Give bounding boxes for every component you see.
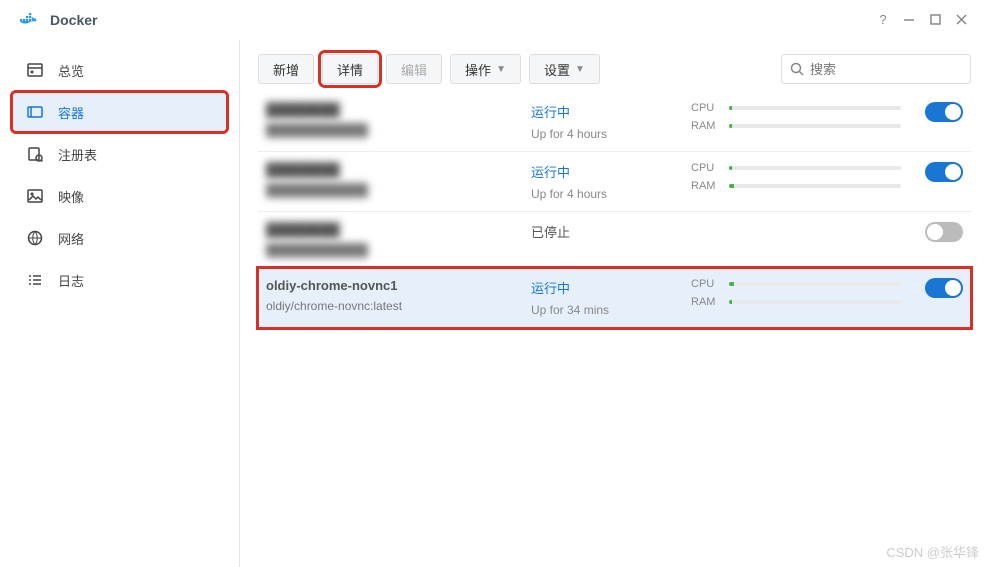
- container-row[interactable]: ████████████████████运行中Up for 4 hoursCPU…: [258, 92, 971, 152]
- sidebar: 总览 容器 注册表 映像 网络 日志: [0, 40, 240, 567]
- container-icon: [26, 103, 44, 121]
- power-toggle[interactable]: [925, 278, 963, 298]
- cpu-label: CPU: [691, 278, 729, 290]
- ram-label: RAM: [691, 296, 729, 308]
- cpu-bar: [729, 106, 901, 110]
- container-image: ████████████: [266, 243, 531, 257]
- registry-icon: [26, 145, 44, 163]
- titlebar: Docker ?: [0, 0, 989, 40]
- container-name: ████████: [266, 102, 531, 117]
- sidebar-item-label: 网络: [58, 229, 84, 248]
- container-uptime: Up for 4 hours: [531, 187, 691, 201]
- chevron-down-icon: ▼: [496, 64, 506, 75]
- power-toggle[interactable]: [925, 222, 963, 242]
- cpu-bar: [729, 166, 901, 170]
- ram-label: RAM: [691, 180, 729, 192]
- container-name: oldiy-chrome-novnc1: [266, 278, 531, 293]
- container-image: oldiy/chrome-novnc:latest: [266, 299, 531, 313]
- container-image: ████████████: [266, 123, 531, 137]
- container-status: 运行中: [531, 102, 691, 121]
- ram-bar: [729, 124, 901, 128]
- create-button[interactable]: 新增: [258, 54, 314, 84]
- chevron-down-icon: ▼: [575, 64, 585, 75]
- sidebar-item-label: 日志: [58, 271, 84, 290]
- search-input[interactable]: [810, 62, 986, 77]
- sidebar-item-overview[interactable]: 总览: [12, 50, 227, 90]
- cpu-bar: [729, 282, 901, 286]
- container-status: 运行中: [531, 278, 691, 297]
- sidebar-item-network[interactable]: 网络: [12, 218, 227, 258]
- sidebar-item-image[interactable]: 映像: [12, 176, 227, 216]
- container-status: 运行中: [531, 162, 691, 181]
- container-row[interactable]: oldiy-chrome-novnc1 oldiy/chrome-novnc:la…: [258, 268, 971, 328]
- overview-icon: [26, 61, 44, 79]
- container-name: ████████: [266, 222, 531, 237]
- maximize-button[interactable]: [922, 7, 948, 33]
- container-uptime: Up for 4 hours: [531, 127, 691, 141]
- container-uptime: Up for 34 mins: [531, 303, 691, 317]
- minimize-button[interactable]: [896, 7, 922, 33]
- sidebar-item-label: 容器: [58, 103, 84, 122]
- action-dropdown[interactable]: 操作▼: [450, 54, 521, 84]
- search-icon: [790, 62, 804, 76]
- container-row[interactable]: ████████████████████已停止: [258, 212, 971, 268]
- sidebar-item-container[interactable]: 容器: [12, 92, 227, 132]
- log-icon: [26, 271, 44, 289]
- toolbar: 新增 详情 编辑 操作▼ 设置▼: [258, 54, 971, 84]
- container-status: 已停止: [531, 222, 691, 241]
- network-icon: [26, 229, 44, 247]
- watermark: CSDN @张华锋: [886, 542, 979, 561]
- container-row[interactable]: ████████████████████运行中Up for 4 hoursCPU…: [258, 152, 971, 212]
- ram-label: RAM: [691, 120, 729, 132]
- image-icon: [26, 187, 44, 205]
- cpu-label: CPU: [691, 102, 729, 114]
- detail-button[interactable]: 详情: [322, 54, 378, 84]
- main-content: 新增 详情 编辑 操作▼ 设置▼ ████████████████████运行中…: [240, 40, 989, 567]
- sidebar-item-registry[interactable]: 注册表: [12, 134, 227, 174]
- container-list: ████████████████████运行中Up for 4 hoursCPU…: [258, 92, 971, 328]
- search-box[interactable]: [781, 54, 971, 84]
- docker-logo-icon: [20, 13, 38, 27]
- ram-bar: [729, 300, 901, 304]
- container-image: ████████████: [266, 183, 531, 197]
- sidebar-item-log[interactable]: 日志: [12, 260, 227, 300]
- window-title: Docker: [50, 12, 97, 28]
- edit-button: 编辑: [386, 54, 442, 84]
- sidebar-item-label: 总览: [58, 61, 84, 80]
- container-name: ████████: [266, 162, 531, 177]
- cpu-label: CPU: [691, 162, 729, 174]
- close-button[interactable]: [948, 7, 974, 33]
- settings-dropdown[interactable]: 设置▼: [529, 54, 600, 84]
- sidebar-item-label: 注册表: [58, 145, 97, 164]
- power-toggle[interactable]: [925, 102, 963, 122]
- help-button[interactable]: ?: [870, 7, 896, 33]
- power-toggle[interactable]: [925, 162, 963, 182]
- sidebar-item-label: 映像: [58, 187, 84, 206]
- ram-bar: [729, 184, 901, 188]
